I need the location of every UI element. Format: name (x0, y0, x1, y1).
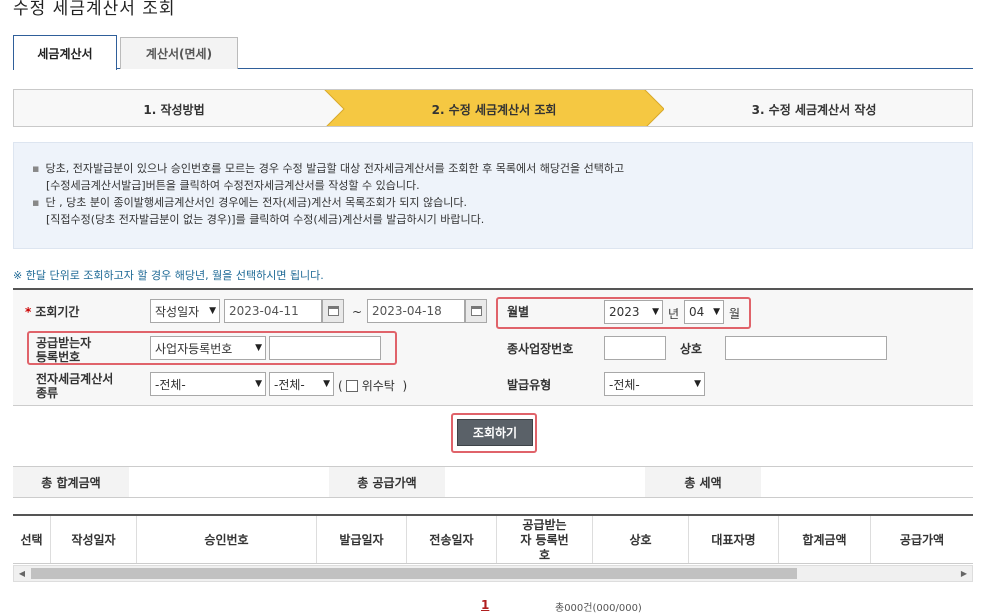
period-label: * 조회기간 (25, 305, 80, 319)
tab-tax-invoice[interactable]: 세금계산서 (13, 35, 117, 70)
info-box: ▪ 당초, 전자발급분이 있으나 승인번호를 모르는 경우 수정 발급할 대상 전… (13, 142, 973, 249)
chevron-down-icon: ▼ (713, 307, 720, 317)
totals-bar: 총 합계금액 총 공급가액 총 세액 (13, 466, 973, 498)
info-line-1: ▪ 당초, 전자발급분이 있으나 승인번호를 모르는 경우 수정 발급할 대상 전… (32, 162, 625, 175)
monthly-label: 월별 (507, 305, 530, 319)
info-line-2: [수정세금계산서발급]버튼을 클릭하여 수정전자세금계산서를 작성할 수 있습니… (46, 179, 420, 192)
column-header[interactable]: 공급받는자 등록번호 (497, 516, 593, 563)
column-header[interactable]: 선택 (13, 516, 51, 563)
chevron-down-icon: ▼ (209, 306, 216, 316)
period-type-select[interactable]: 작성일자 ▼ (150, 299, 220, 323)
step-3-label: 3. 수정 세금계산서 작성 (751, 102, 877, 117)
total-sum-label: 총 합계금액 (13, 467, 129, 497)
company-label: 상호 (680, 342, 703, 356)
company-name-input[interactable] (725, 336, 887, 360)
total-supply-value (445, 467, 645, 497)
monthly-notice: ※ 한달 단위로 조회하고자 할 경우 해당년, 월을 선택하시면 됩니다. (13, 269, 324, 282)
branch-label: 종사업장번호 (507, 342, 574, 356)
total-tax-value (761, 467, 973, 497)
column-header[interactable]: 합계금액 (779, 516, 871, 563)
branch-number-input[interactable] (604, 336, 666, 360)
chevron-down-icon: ▼ (652, 307, 659, 317)
date-from-input[interactable]: 2023-04-11 (224, 299, 322, 323)
column-header[interactable]: 대표자명 (689, 516, 779, 563)
month-select[interactable]: 04 ▼ (684, 300, 724, 324)
issue-type-select[interactable]: -전체- ▼ (604, 372, 705, 396)
info-line-4: [직접수정(당초 전자발급분이 없는 경우)]를 클릭하여 수정(세금)계산서를… (46, 213, 485, 226)
info-line-3: ▪ 단 , 당초 분이 종이발행세금계산서인 경우에는 전자(세금)계산서 목록조… (32, 196, 467, 209)
step-2-label: 2. 수정 세금계산서 조회 (431, 102, 557, 117)
tab-invoice-tax-free[interactable]: 계산서(면세) (120, 37, 238, 69)
step-2-active: 2. 수정 세금계산서 조회 (324, 90, 664, 126)
date-tilde: ~ (352, 305, 363, 319)
search-form: * 조회기간 작성일자 ▼ 2023-04-11 ~ 2023-04-18 월별 2… (13, 288, 973, 406)
step-3: 3. 수정 세금계산서 작성 (654, 90, 972, 126)
column-header[interactable]: 작성일자 (51, 516, 137, 563)
issue-type-label: 발급유형 (507, 378, 552, 392)
scroll-right-icon[interactable]: ▶ (956, 566, 972, 581)
total-supply-label: 총 공급가액 (329, 467, 445, 497)
month-unit: 월 (729, 307, 741, 321)
recipient-type-select[interactable]: 사업자등록번호 ▼ (150, 336, 266, 360)
invoice-kind-select[interactable]: -전체- ▼ (150, 372, 266, 396)
calendar-icon[interactable] (465, 299, 487, 323)
consign-option: (위수탁 ) (338, 379, 408, 393)
calendar-icon[interactable] (322, 299, 344, 323)
consign-checkbox[interactable] (345, 380, 358, 392)
chevron-down-icon: ▼ (255, 379, 262, 389)
horizontal-scrollbar[interactable]: ◀ ▶ (13, 565, 973, 582)
step-1-label: 1. 작성방법 (143, 102, 205, 117)
year-select[interactable]: 2023 ▼ (604, 300, 663, 324)
tab-bar: 세금계산서 계산서(면세) (13, 35, 973, 70)
scrollbar-thumb[interactable] (31, 568, 797, 579)
recipient-label: 공급받는자 등록번호 (36, 336, 92, 364)
invoice-subkind-select[interactable]: -전체- ▼ (269, 372, 334, 396)
consign-label: 위수탁 (361, 379, 395, 393)
scroll-left-icon[interactable]: ◀ (14, 566, 30, 581)
step-1: 1. 작성방법 (14, 90, 334, 126)
column-header[interactable]: 전송일자 (407, 516, 497, 563)
total-tax-label: 총 세액 (645, 467, 761, 497)
column-header[interactable]: 공급가액 (871, 516, 973, 563)
invoice-grid-header: 선택 작성일자 승인번호 발급일자 전송일자 공급받는자 등록번호 상호 대표자… (13, 514, 973, 564)
column-header[interactable]: 발급일자 (317, 516, 407, 563)
chevron-down-icon: ▼ (255, 343, 262, 353)
page-title: 수정 세금계산서 조회 (13, 0, 176, 19)
column-header[interactable]: 상호 (593, 516, 689, 563)
total-sum-value (129, 467, 329, 497)
column-header[interactable]: 승인번호 (137, 516, 317, 563)
invoice-kind-label: 전자세금계산서 종류 (36, 372, 114, 400)
page-link-current[interactable]: 1 (481, 598, 489, 612)
date-to-input[interactable]: 2023-04-18 (367, 299, 465, 323)
year-unit: 년 (668, 307, 680, 321)
chevron-down-icon: ▼ (694, 379, 701, 389)
step-indicator: 1. 작성방법 3. 수정 세금계산서 작성 2. 수정 세금계산서 조회 (13, 89, 973, 127)
recipient-number-input[interactable] (269, 336, 381, 360)
result-count: 총000건(000/000) (555, 603, 642, 614)
search-button[interactable]: 조회하기 (457, 419, 533, 446)
chevron-down-icon: ▼ (323, 379, 330, 389)
